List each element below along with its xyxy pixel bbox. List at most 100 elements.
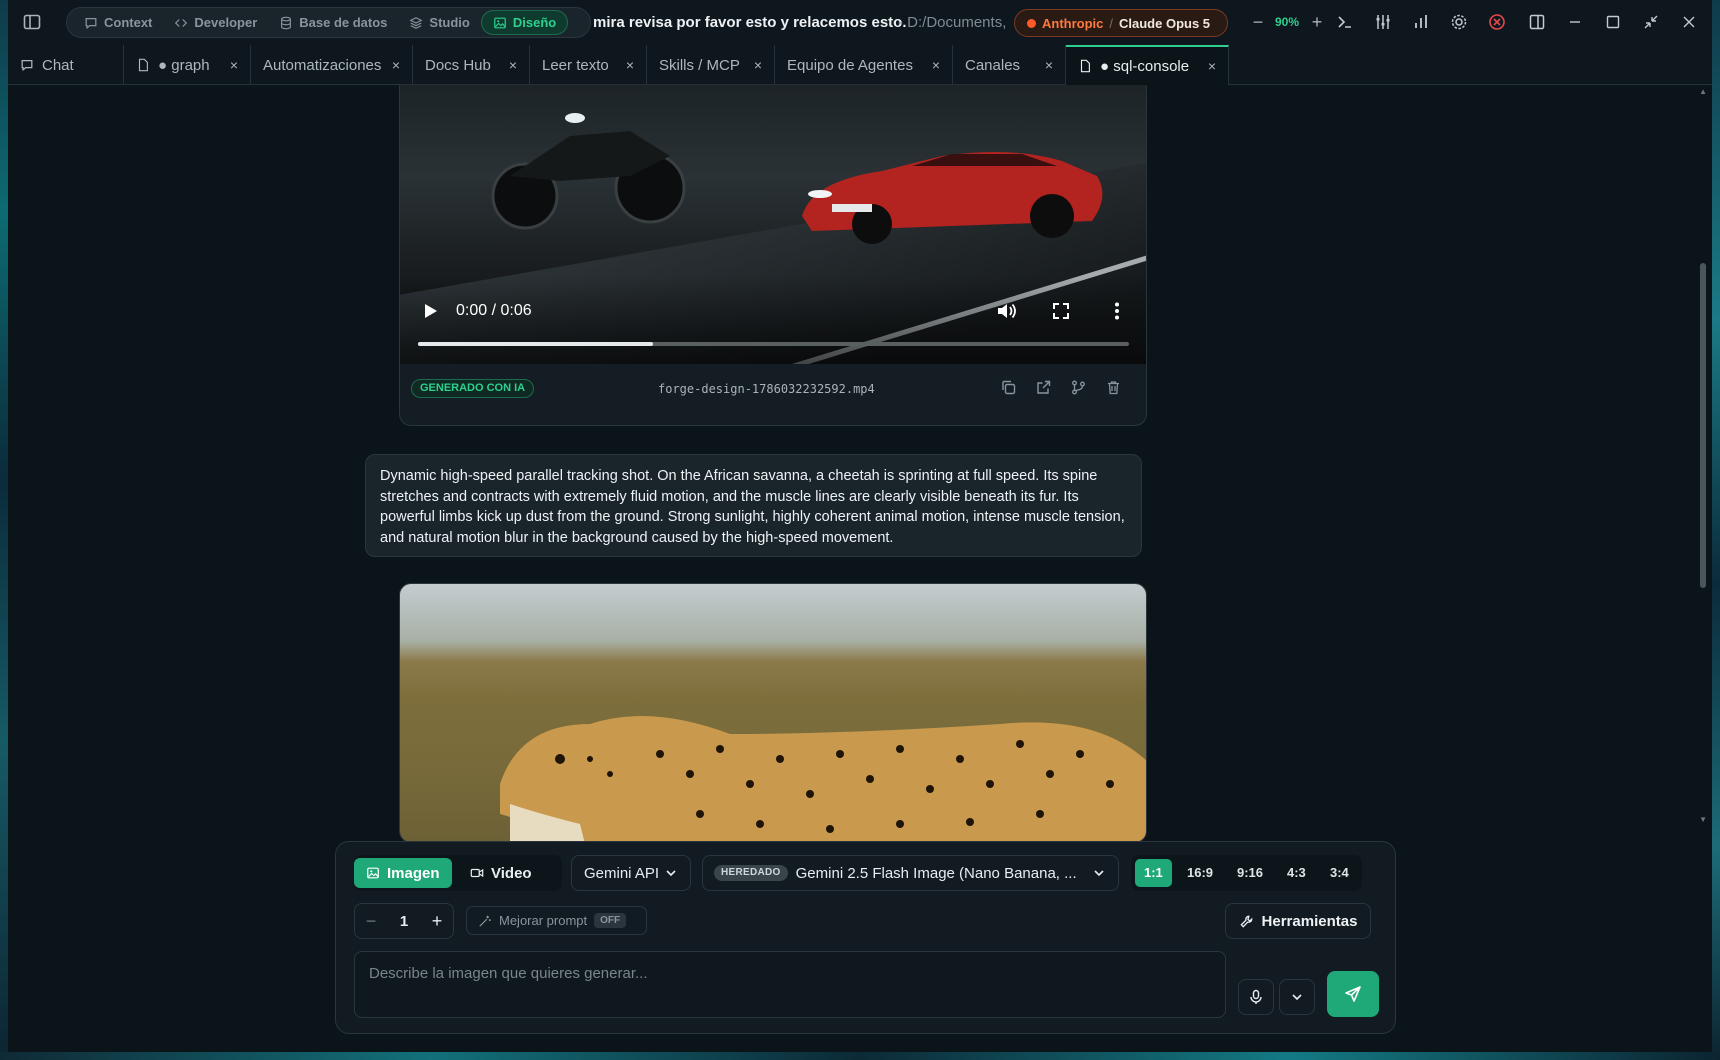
tab-bar: Chat ● graph × Automatizaciones × Docs H… [8, 45, 1712, 85]
split-panel-icon[interactable] [1526, 11, 1548, 33]
media-type-switch: Imagen Video [354, 855, 562, 891]
wrench-icon [1239, 915, 1252, 928]
trash-icon[interactable] [1105, 379, 1125, 399]
fullscreen-icon[interactable] [1050, 300, 1072, 322]
ratio-3-4-button[interactable]: 3:4 [1321, 859, 1358, 887]
mode-image-button[interactable]: Imagen [354, 858, 452, 888]
scrollbar[interactable]: ▲ ▼ [1699, 85, 1710, 1052]
tab-close-icon[interactable]: × [392, 57, 400, 73]
scroll-down-icon[interactable]: ▼ [1699, 815, 1707, 824]
mode-switcher: Context Developer Base de datos Studio D… [66, 7, 591, 38]
branch-icon[interactable] [1070, 379, 1090, 399]
play-icon[interactable] [420, 301, 440, 321]
mode-design-button[interactable]: Diseño [480, 10, 569, 35]
ratio-1-1-button[interactable]: 1:1 [1135, 859, 1172, 887]
video-player[interactable]: 0:00 / 0:06 [400, 85, 1146, 364]
tab-graph[interactable]: ● graph × [124, 45, 251, 85]
scroll-up-icon[interactable]: ▲ [1699, 87, 1707, 96]
mode-image-label: Imagen [387, 864, 440, 882]
error-status-icon[interactable] [1486, 11, 1508, 33]
video-progress-fill [418, 342, 653, 346]
generated-image[interactable] [399, 583, 1147, 843]
volume-icon[interactable] [995, 300, 1017, 322]
video-progress-bar[interactable] [418, 342, 1129, 346]
tab-automatizaciones[interactable]: Automatizaciones × [251, 45, 413, 85]
bar-chart-icon[interactable] [1410, 11, 1432, 33]
tab-canales[interactable]: Canales × [953, 45, 1066, 85]
model-name: Claude Opus 5 [1119, 15, 1211, 31]
tab-sql-console[interactable]: ● sql-console × [1066, 45, 1229, 85]
tab-close-icon[interactable]: × [1208, 58, 1216, 74]
send-icon [1345, 986, 1361, 1002]
gear-icon[interactable] [1448, 11, 1470, 33]
tab-skills-mcp[interactable]: Skills / MCP × [647, 45, 775, 85]
image-scene-cheetah [500, 716, 1146, 842]
tab-close-icon[interactable]: × [1045, 57, 1053, 73]
improve-prompt-toggle[interactable]: Mejorar prompt OFF [466, 906, 647, 935]
video-footer: GENERADO CON IA forge-design-17860322325… [400, 364, 1146, 425]
more-options-icon[interactable] [1106, 300, 1128, 322]
tab-close-icon[interactable]: × [626, 57, 634, 73]
mode-developer-button[interactable]: Developer [163, 10, 268, 35]
generation-composer: Imagen Video Gemini API HEREDADO Gemini … [335, 841, 1396, 1034]
video-controls-overlay [400, 276, 1146, 364]
mode-studio-button[interactable]: Studio [398, 10, 480, 35]
mode-database-button[interactable]: Base de datos [268, 10, 398, 35]
scrollbar-thumb[interactable] [1700, 263, 1706, 588]
inherited-badge: HEREDADO [714, 865, 788, 881]
ratio-4-3-button[interactable]: 4:3 [1278, 859, 1315, 887]
tab-docs-hub[interactable]: Docs Hub × [413, 45, 530, 85]
improve-prompt-label: Mejorar prompt [499, 913, 588, 928]
tab-label: ● graph [158, 56, 210, 74]
api-provider-select[interactable]: Gemini API [571, 855, 691, 891]
send-options-button[interactable] [1279, 979, 1315, 1015]
mode-context-button[interactable]: Context [73, 10, 163, 35]
tab-label: Chat [42, 56, 74, 74]
tab-close-icon[interactable]: × [932, 57, 940, 73]
quantity-value: 1 [399, 912, 409, 930]
code-icon [175, 18, 188, 27]
maximize-icon[interactable] [1602, 11, 1624, 33]
desktop-background-left [0, 0, 8, 1060]
image-model-select[interactable]: HEREDADO Gemini 2.5 Flash Image (Nano Ba… [702, 855, 1119, 891]
improve-prompt-state: OFF [594, 913, 627, 928]
chevron-down-icon [666, 870, 676, 877]
terminal-icon[interactable] [1334, 11, 1356, 33]
chat-bubble-icon [21, 60, 33, 72]
close-window-icon[interactable] [1678, 11, 1700, 33]
microphone-icon [1250, 989, 1262, 1004]
tab-close-icon[interactable]: × [509, 57, 517, 73]
sidebar-toggle-icon[interactable] [22, 12, 42, 32]
tab-close-icon[interactable]: × [230, 57, 238, 73]
copy-icon[interactable] [1000, 379, 1020, 399]
decrement-button[interactable]: − [355, 911, 387, 932]
ratio-9-16-button[interactable]: 9:16 [1228, 859, 1272, 887]
microphone-button[interactable] [1238, 979, 1274, 1015]
increment-button[interactable]: + [421, 911, 453, 932]
database-icon [281, 16, 292, 29]
tools-button[interactable]: Herramientas [1225, 903, 1371, 939]
shrink-icon[interactable] [1640, 11, 1662, 33]
tab-label: Leer texto [542, 56, 609, 74]
ratio-16-9-button[interactable]: 16:9 [1178, 859, 1222, 887]
tab-equipo-agentes[interactable]: Equipo de Agentes × [775, 45, 953, 85]
minimize-icon[interactable] [1564, 11, 1586, 33]
zoom-out-button[interactable]: − [1246, 10, 1270, 34]
chat-content: 0:00 / 0:06 GENERADO CON IA forge-design… [8, 85, 1712, 1052]
send-button[interactable] [1327, 971, 1379, 1017]
open-external-icon[interactable] [1035, 379, 1055, 399]
sliders-icon[interactable] [1372, 11, 1394, 33]
image-icon [493, 17, 506, 28]
tab-leer-texto[interactable]: Leer texto × [530, 45, 647, 85]
zoom-in-button[interactable]: + [1305, 10, 1329, 34]
tab-chat[interactable]: Chat [8, 45, 124, 85]
prompt-input[interactable] [354, 951, 1226, 1018]
video-scene-motorcycle [491, 113, 686, 230]
tab-close-icon[interactable]: × [754, 57, 762, 73]
model-separator: / [1109, 15, 1114, 31]
mode-video-button[interactable]: Video [458, 858, 544, 888]
model-selector[interactable]: Anthropic / Claude Opus 5 [1014, 9, 1228, 37]
file-icon [1080, 59, 1090, 73]
mode-design-label: Diseño [512, 15, 557, 30]
desktop-background-right [1712, 0, 1720, 1060]
